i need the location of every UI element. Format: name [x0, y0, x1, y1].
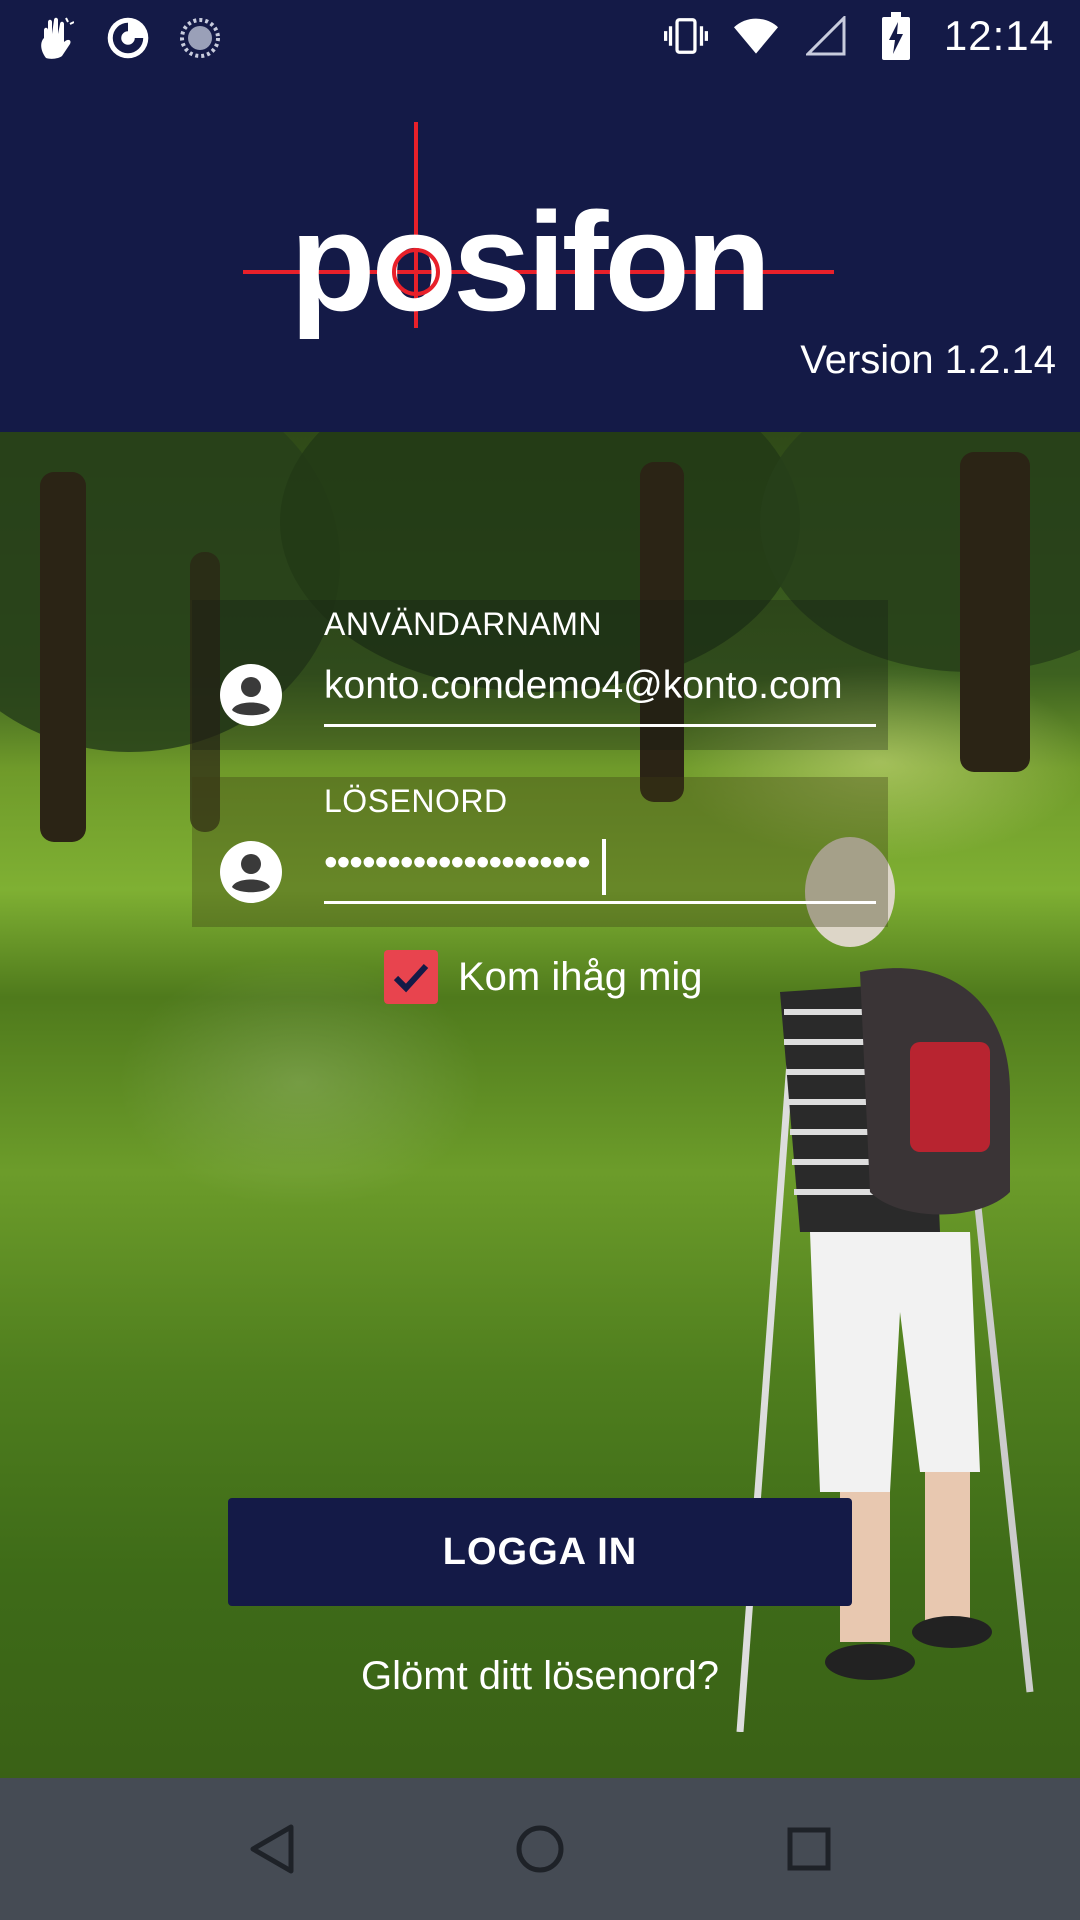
posifon-logo: posifon [240, 120, 840, 340]
app-version: Version 1.2.14 [800, 338, 1056, 382]
signal-icon [804, 14, 848, 58]
vibrate-icon [663, 14, 708, 58]
wifi-icon [733, 14, 778, 58]
username-input[interactable]: konto.comdemo4@konto.com [324, 664, 868, 716]
recents-icon[interactable] [774, 1814, 844, 1884]
logo-text: posifon [290, 183, 767, 340]
password-input[interactable]: ••••••••••••••••••••• [324, 841, 868, 893]
status-bar-left [34, 10, 222, 66]
username-label: ANVÄNDARNAMN [324, 606, 603, 642]
app-header: posifon Version 1.2.14 [0, 72, 1080, 432]
status-bar-right: 12:14 [663, 8, 1054, 64]
user-icon [220, 841, 282, 903]
tree-trunk [960, 452, 1030, 772]
tree-trunk [40, 472, 86, 842]
password-underline [324, 901, 876, 904]
forgot-password-link[interactable]: Glömt ditt lösenord? [0, 1654, 1080, 1699]
remember-me-label: Kom ihåg mig [458, 954, 703, 999]
text-cursor [602, 839, 606, 895]
username-underline [324, 724, 876, 727]
sync-icon [178, 16, 222, 60]
user-icon [220, 664, 282, 726]
remember-me-checkbox[interactable] [384, 950, 438, 1004]
password-field: LÖSENORD ••••••••••••••••••••• [192, 777, 888, 927]
username-field: ANVÄNDARNAMN konto.comdemo4@konto.com [192, 600, 888, 750]
gesture-icon [34, 16, 78, 60]
password-label: LÖSENORD [324, 783, 508, 819]
login-button[interactable]: LOGGA IN [228, 1498, 852, 1606]
checkmark-icon [393, 963, 429, 993]
clock: 12:14 [943, 12, 1054, 59]
background-photo: ANVÄNDARNAMN konto.comdemo4@konto.com LÖ… [0, 432, 1080, 1778]
back-icon[interactable] [236, 1814, 306, 1884]
navigation-bar [0, 1778, 1080, 1920]
app-icon [106, 16, 150, 60]
home-icon[interactable] [505, 1814, 575, 1884]
status-bar: 12:14 [0, 0, 1080, 72]
battery-icon [874, 12, 918, 60]
remember-me[interactable]: Kom ihåg mig [384, 950, 703, 1004]
